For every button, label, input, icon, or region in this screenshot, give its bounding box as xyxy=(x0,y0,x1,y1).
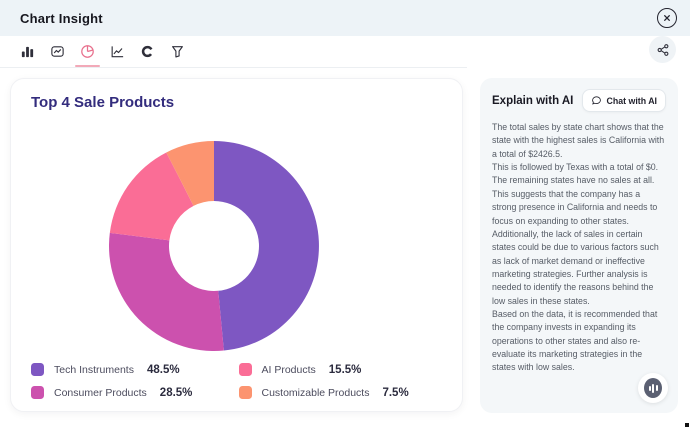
tab-donut-chart[interactable] xyxy=(137,36,158,67)
ai-explanation-paragraph: Additionally, the lack of sales in certa… xyxy=(492,228,666,308)
legend-label: Tech Instruments xyxy=(54,364,134,376)
bar-chart-icon xyxy=(20,44,35,59)
close-button[interactable] xyxy=(657,8,677,28)
legend-label: Consumer Products xyxy=(54,387,147,399)
tab-funnel-chart[interactable] xyxy=(167,36,188,67)
donut-chart-icon xyxy=(140,44,155,59)
legend-percent: 15.5% xyxy=(329,364,362,376)
tab-line-chart[interactable] xyxy=(107,36,128,67)
legend-swatch xyxy=(31,363,44,376)
window-header: Chart Insight xyxy=(0,0,690,36)
ai-explanation-paragraph: This is followed by Texas with a total o… xyxy=(492,161,666,228)
line-chart-icon xyxy=(110,44,125,59)
explain-with-ai-panel: Explain with AI Chat with AI The total s… xyxy=(480,78,678,413)
legend-label: AI Products xyxy=(262,364,316,376)
funnel-icon xyxy=(170,44,185,59)
ai-explanation-text: The total sales by state chart shows tha… xyxy=(492,121,666,375)
read-aloud-button[interactable] xyxy=(638,373,668,403)
ai-explanation-paragraph: The total sales by state chart shows tha… xyxy=(492,121,666,161)
legend-percent: 7.5% xyxy=(382,387,408,399)
donut-chart xyxy=(104,136,324,356)
tab-panel-chart[interactable] xyxy=(47,36,68,67)
chat-with-ai-button[interactable]: Chat with AI xyxy=(582,89,667,112)
screenshot-artifact xyxy=(685,423,689,427)
legend-swatch xyxy=(239,363,252,376)
legend-percent: 28.5% xyxy=(160,387,193,399)
ai-panel-title: Explain with AI xyxy=(492,95,573,107)
chart-card: Top 4 Sale Products Tech Instruments 48.5… xyxy=(10,78,463,412)
legend-swatch xyxy=(239,386,252,399)
share-button[interactable] xyxy=(649,36,676,63)
panel-sparkline-icon xyxy=(50,44,65,59)
tab-bar-chart[interactable] xyxy=(17,36,38,67)
legend-item-consumer-products[interactable]: Consumer Products 28.5% xyxy=(31,386,229,399)
legend-swatch xyxy=(31,386,44,399)
ai-explanation-paragraph: Based on the data, it is recommended tha… xyxy=(492,308,666,375)
pie-chart-icon xyxy=(80,44,95,59)
legend-percent: 48.5% xyxy=(147,364,180,376)
legend-item-ai-products[interactable]: AI Products 15.5% xyxy=(239,363,437,376)
chat-bubble-icon xyxy=(591,95,602,106)
legend-item-tech-instruments[interactable]: Tech Instruments 48.5% xyxy=(31,363,229,376)
chart-legend: Tech Instruments 48.5%Consumer Products 28… xyxy=(31,363,436,399)
window-title: Chart Insight xyxy=(20,11,103,26)
chart-type-toolbar xyxy=(0,36,690,68)
close-icon xyxy=(662,13,672,23)
chart-title: Top 4 Sale Products xyxy=(31,94,174,111)
legend-item-customizable-products[interactable]: Customizable Products 7.5% xyxy=(239,386,437,399)
chat-with-ai-label: Chat with AI xyxy=(607,96,658,106)
ai-panel-header: Explain with AI Chat with AI xyxy=(492,89,666,112)
donut-chart-area xyxy=(104,136,324,356)
donut-slice-consumer-products[interactable] xyxy=(109,233,224,351)
chart-insight-window: Chart Insight xyxy=(0,0,690,428)
donut-slice-tech-instruments[interactable] xyxy=(214,141,319,351)
share-icon xyxy=(656,43,670,57)
chart-type-tabs xyxy=(0,36,467,68)
tab-pie-chart[interactable] xyxy=(77,36,98,67)
legend-label: Customizable Products xyxy=(262,387,370,399)
audio-waveform-icon xyxy=(644,378,662,398)
